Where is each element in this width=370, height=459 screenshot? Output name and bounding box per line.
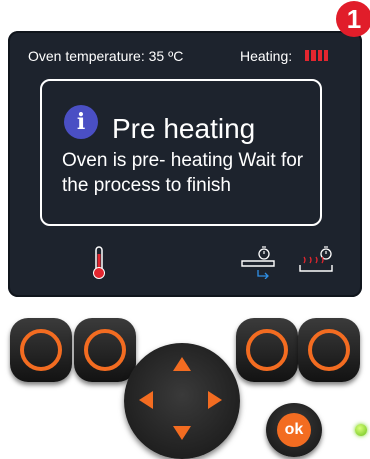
heating-bar — [305, 50, 310, 61]
heating-bar — [317, 50, 322, 61]
ring-icon — [84, 329, 126, 371]
oven-temperature-label: Oven temperature: 35 ºC — [28, 48, 184, 64]
ring-icon — [246, 329, 288, 371]
dialog-title: Pre heating — [112, 113, 256, 144]
soft-key-3[interactable] — [236, 318, 298, 382]
ring-icon — [20, 329, 62, 371]
dialog-message: Oven is pre- heating Wait for the proces… — [62, 150, 304, 196]
soft-key-4[interactable] — [298, 318, 360, 382]
info-icon: i — [64, 105, 98, 139]
timer-tray-icon — [241, 246, 275, 279]
timer-heat-icon — [299, 246, 333, 272]
thermometer-icon — [93, 246, 105, 279]
arrow-left-button[interactable] — [139, 391, 153, 409]
status-led — [355, 424, 367, 436]
step-badge: 1 — [336, 1, 370, 37]
arrow-up-button[interactable] — [173, 357, 191, 371]
arrow-right-button[interactable] — [208, 391, 222, 409]
arrow-down-button[interactable] — [173, 426, 191, 440]
ok-label: ok — [277, 413, 311, 447]
heating-label: Heating: — [240, 48, 293, 64]
heating-bar — [323, 50, 328, 61]
soft-key-1[interactable] — [10, 318, 72, 382]
heating-bar — [311, 50, 316, 61]
ring-icon — [308, 329, 350, 371]
ok-button[interactable]: ok — [266, 403, 322, 457]
heating-level-indicator — [305, 50, 328, 61]
soft-key-2[interactable] — [74, 318, 136, 382]
